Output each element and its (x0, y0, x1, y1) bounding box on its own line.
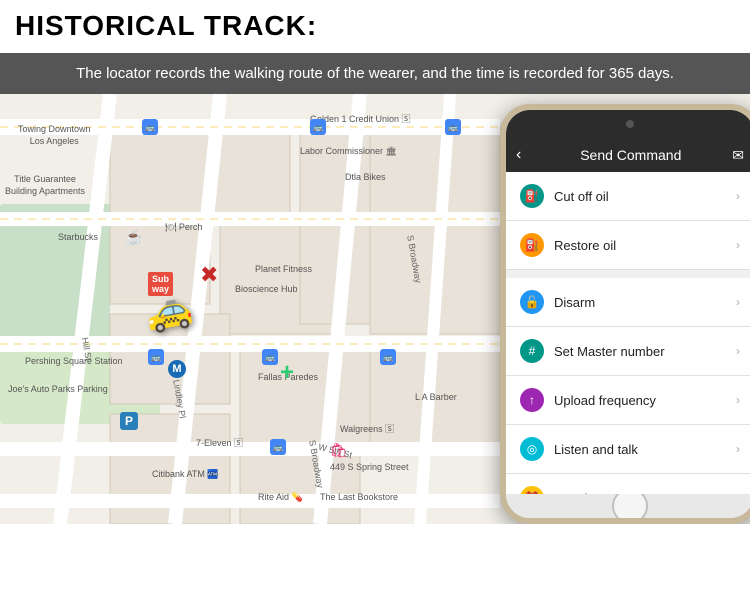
disarm-icon: 🔓 (520, 290, 544, 314)
phone-screen: ‹ Send Command ✉ ⛽ Cut off oil › ⛽ Resto… (506, 138, 750, 494)
map-label-riteaid: Rite Aid 💊 (258, 492, 303, 503)
map-label-7eleven: 7-Eleven 🅂 (196, 436, 243, 449)
map-icon-walgreens-store: 🛍 (330, 442, 348, 459)
set-timezone-chevron: › (736, 491, 740, 494)
map-icon-transit6: 🚌 (148, 349, 164, 365)
map-icon-transit2: 🚌 (310, 119, 326, 135)
map-label-dtla: Dtla Bikes (345, 172, 386, 182)
upload-freq-label: Upload frequency (554, 393, 736, 408)
command-listen-talk[interactable]: ◎ Listen and talk › (506, 425, 750, 474)
upload-freq-icon: ↑ (520, 388, 544, 412)
page-title: HISTORICAL TRACK: (15, 10, 735, 42)
map-label-starbucks: Starbucks (58, 232, 98, 242)
map-container: Towing DowntownLos Angeles Title Guarant… (0, 94, 750, 524)
nav-message-icon: ✉ (732, 147, 744, 164)
phone-nav-bar: ‹ Send Command ✉ (506, 138, 750, 172)
map-label-joesparking: Joe's Auto Parks Parking (8, 384, 108, 396)
listen-talk-chevron: › (736, 442, 740, 456)
cut-off-oil-chevron: › (736, 189, 740, 203)
set-master-chevron: › (736, 344, 740, 358)
subtitle-text: The locator records the walking route of… (76, 65, 674, 82)
command-set-timezone[interactable]: ⏰ Set Timezone › (506, 474, 750, 494)
phone-mockup: ‹ Send Command ✉ ⛽ Cut off oil › ⛽ Resto… (500, 104, 750, 524)
map-metro-icon: M (168, 360, 186, 378)
restore-oil-chevron: › (736, 238, 740, 252)
map-icon-transit3: 🚌 (445, 119, 461, 135)
phone-camera (626, 120, 634, 128)
map-label-planet-fitness: Planet Fitness (255, 264, 312, 274)
map-incident-marker: ✖ (200, 262, 218, 288)
map-label-citibank: Citibank ATM 🏧 (152, 469, 219, 480)
command-disarm[interactable]: 🔓 Disarm › (506, 278, 750, 327)
command-upload-freq[interactable]: ↑ Upload frequency › (506, 376, 750, 425)
back-button[interactable]: ‹ (516, 146, 521, 164)
disarm-label: Disarm (554, 295, 736, 310)
restore-oil-icon: ⛽ (520, 233, 544, 257)
nav-title: Send Command (529, 147, 732, 163)
map-plus-icon: + (280, 359, 294, 387)
map-parking-icon: P (120, 412, 138, 430)
map-label-449spring: 449 S Spring Street (330, 462, 409, 472)
map-label-title: Title GuaranteeBuilding Apartments (5, 174, 85, 197)
car-icon: 🚕 (142, 285, 196, 337)
command-separator (506, 270, 750, 278)
map-label-perch: 🍽 Perch (165, 222, 202, 233)
phone-top-bar (506, 110, 750, 138)
command-set-master[interactable]: # Set Master number › (506, 327, 750, 376)
command-cut-off-oil[interactable]: ⛽ Cut off oil › (506, 172, 750, 221)
subtitle-bar: The locator records the walking route of… (0, 53, 750, 94)
upload-freq-chevron: › (736, 393, 740, 407)
listen-talk-label: Listen and talk (554, 442, 736, 457)
disarm-chevron: › (736, 295, 740, 309)
set-timezone-icon: ⏰ (520, 486, 544, 494)
map-label-bioscience: Bioscience Hub (235, 284, 298, 294)
command-restore-oil[interactable]: ⛽ Restore oil › (506, 221, 750, 270)
map-icon-transit4: 🚌 (380, 349, 396, 365)
cut-off-oil-label: Cut off oil (554, 189, 736, 204)
restore-oil-label: Restore oil (554, 238, 736, 253)
map-icon-transit1: 🚌 (142, 119, 158, 135)
map-icon-transit7: 🚌 (270, 439, 286, 455)
map-icon-transit5: 🚌 (262, 349, 278, 365)
map-label-towing: Towing DowntownLos Angeles (18, 124, 91, 147)
map-label-labarber: L A Barber (415, 392, 457, 402)
header-section: HISTORICAL TRACK: (0, 0, 750, 47)
set-master-label: Set Master number (554, 344, 736, 359)
phone-home-indicator (506, 494, 750, 518)
set-master-icon: # (520, 339, 544, 363)
map-label-pershing: Pershing Square Station (25, 356, 123, 366)
map-label-labor: Labor Commissioner 🏛 (300, 146, 397, 157)
cut-off-oil-icon: ⛽ (520, 184, 544, 208)
map-label-walgreens: Walgreens 🅂 (340, 422, 394, 435)
set-timezone-label: Set Timezone (554, 491, 736, 495)
map-label-bookstore: The Last Bookstore (320, 492, 398, 502)
command-list: ⛽ Cut off oil › ⛽ Restore oil › 🔓 Disarm… (506, 172, 750, 494)
listen-talk-icon: ◎ (520, 437, 544, 461)
map-icon-starbucks: ☕ (125, 229, 142, 246)
